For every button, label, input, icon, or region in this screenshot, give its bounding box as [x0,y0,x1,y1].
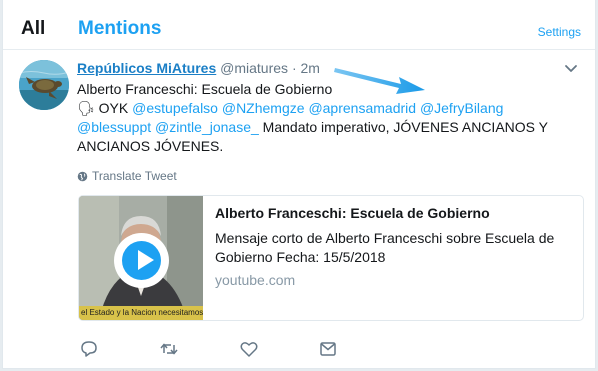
video-caption-ticker: el Estado y la Nacion necesitamos una Es… [79,306,203,320]
mention-link[interactable]: @zintle_jonase_ [155,119,259,135]
mention-link[interactable]: @NZhemgze [222,100,305,116]
link-card[interactable]: el Estado y la Nacion necesitamos una Es… [78,195,584,321]
globe-icon [77,171,88,182]
like-icon[interactable] [239,339,259,359]
card-title[interactable]: Alberto Franceschi: Escuela de Gobierno [215,205,490,221]
tweet-header: Repúblicos MiAtures @miatures · 2m [77,60,320,76]
play-button[interactable] [114,233,169,288]
avatar[interactable] [19,60,69,110]
mention-link[interactable]: @blessuppt [77,119,151,135]
video-thumbnail[interactable]: el Estado y la Nacion necesitamos una Es… [79,196,203,320]
mention-link[interactable]: @JefryBilang [420,100,503,116]
separator-dot: · [291,60,297,76]
card-domain: youtube.com [215,272,296,288]
card-description: Mensaje corto de Alberto Franceschi sobr… [215,230,555,265]
author-handle[interactable]: @miatures [220,60,288,76]
translate-tweet-label: Translate Tweet [92,169,177,183]
tab-mentions[interactable]: Mentions [78,18,161,40]
tweet-time[interactable]: 2m [301,60,320,76]
notification-tabs: All Mentions Settings [3,0,595,50]
avatar-sea-turtle-image [19,60,69,110]
tweet[interactable]: Repúblicos MiAtures @miatures · 2m Alber… [3,51,595,369]
tweet-line-1: Alberto Franceschi: Escuela de Gobierno [77,81,333,97]
retweet-icon[interactable] [159,339,179,359]
tab-all[interactable]: All [21,18,45,40]
mention-link[interactable]: @aprensamadrid [308,100,416,116]
author-name[interactable]: Repúblicos MiAtures [77,60,216,76]
tweet-text: Alberto Franceschi: Escuela de Gobierno … [77,80,577,156]
oyk-text: OYK [98,100,129,116]
speaking-head-emoji: 🗣 [77,100,95,116]
message-icon[interactable] [318,339,338,359]
settings-link[interactable]: Settings [538,25,581,39]
translate-tweet-link[interactable]: Translate Tweet [77,169,177,183]
play-icon [138,250,154,270]
tweet-line-2: 🗣 OYK @estupefalso @NZhemgze @aprensamad… [77,99,577,156]
mention-link[interactable]: @estupefalso [132,100,218,116]
reply-icon[interactable] [79,339,99,359]
chevron-down-icon[interactable] [564,64,578,74]
notifications-panel: All Mentions Settings Repúblicos MiAture… [2,0,596,369]
tweet-actions [3,339,595,361]
